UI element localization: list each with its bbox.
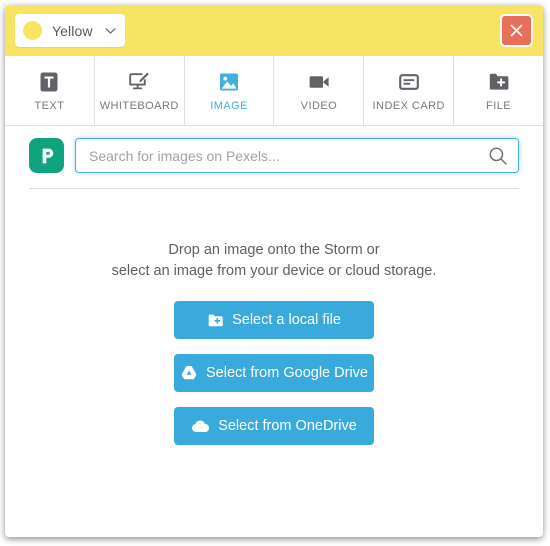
- chevron-down-icon: [104, 27, 116, 35]
- select-local-file-label: Select a local file: [232, 312, 341, 328]
- color-select-label: Yellow: [52, 22, 93, 39]
- drop-instructions-line2: select an image from your device or clou…: [111, 263, 437, 279]
- text-icon: [37, 70, 61, 94]
- pexels-logo-icon[interactable]: [29, 138, 64, 173]
- pexels-search-row: [5, 126, 543, 173]
- tab-label-whiteboard: WHITEBOARD: [99, 99, 179, 112]
- tab-label-text: TEXT: [34, 99, 65, 112]
- media-type-tabs: TEXT WHITEBOARD IMAGE VIDEO INDEX CARD F…: [5, 56, 543, 126]
- color-select-dropdown[interactable]: Yellow: [15, 14, 125, 47]
- image-icon: [217, 70, 241, 94]
- tab-text[interactable]: TEXT: [5, 56, 95, 125]
- tab-file[interactable]: FILE: [454, 56, 543, 125]
- close-button[interactable]: [500, 14, 533, 47]
- tab-whiteboard[interactable]: WHITEBOARD: [95, 56, 185, 125]
- cloud-icon: [191, 419, 210, 433]
- google-drive-icon: [180, 365, 198, 381]
- screen: Yellow TEXT WHITEBOARD IMAGE VIDEO INDEX…: [0, 0, 550, 546]
- color-swatch-icon: [23, 21, 42, 40]
- drop-instructions: Drop an image onto the Storm or select a…: [5, 240, 543, 282]
- folder-add-icon: [207, 312, 224, 329]
- tab-label-file: FILE: [486, 99, 512, 112]
- tab-label-video: VIDEO: [300, 99, 338, 112]
- select-google-drive-button[interactable]: Select from Google Drive: [174, 354, 374, 392]
- tab-label-index-card: INDEX CARD: [372, 99, 445, 112]
- tab-image[interactable]: IMAGE: [185, 56, 275, 125]
- search-icon[interactable]: [488, 146, 508, 166]
- source-button-stack: Select a local file Select from Google D…: [5, 301, 543, 445]
- file-add-icon: [487, 70, 511, 94]
- search-input[interactable]: [89, 147, 488, 164]
- search-box[interactable]: [75, 138, 519, 173]
- tab-video[interactable]: VIDEO: [274, 56, 365, 125]
- index-card-icon: [397, 70, 421, 94]
- dialog-header: Yellow: [5, 5, 543, 56]
- dialog-body: Drop an image onto the Storm or select a…: [5, 189, 543, 537]
- whiteboard-icon: [127, 70, 151, 94]
- drop-instructions-line1: Drop an image onto the Storm or: [168, 242, 380, 258]
- select-onedrive-button[interactable]: Select from OneDrive: [174, 407, 374, 445]
- tab-label-image: IMAGE: [210, 99, 248, 112]
- insert-media-dialog: Yellow TEXT WHITEBOARD IMAGE VIDEO INDEX…: [5, 5, 543, 537]
- video-icon: [307, 70, 331, 94]
- tab-index-card[interactable]: INDEX CARD: [364, 56, 455, 125]
- close-icon: [510, 24, 523, 37]
- select-local-file-button[interactable]: Select a local file: [174, 301, 374, 339]
- select-onedrive-label: Select from OneDrive: [218, 418, 357, 434]
- select-google-drive-label: Select from Google Drive: [206, 365, 368, 381]
